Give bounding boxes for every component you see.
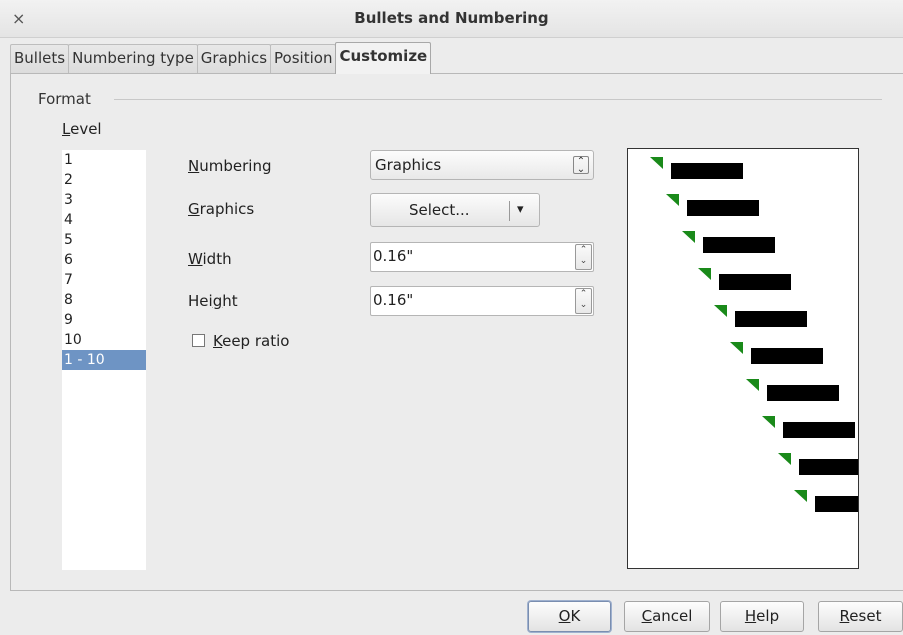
level-item-4[interactable]: 4 [62,210,146,230]
numbering-value: Graphics [375,156,442,174]
tab-position[interactable]: Position [270,44,337,74]
preview-text-bar [751,348,823,364]
preview-text-bar [719,274,791,290]
bullet-graphic-icon [730,342,743,354]
level-item-3[interactable]: 3 [62,190,146,210]
select-button-label: Select... [409,201,470,219]
level-item-9[interactable]: 9 [62,310,146,330]
preview-text-bar [799,459,858,475]
bullet-graphic-icon [666,194,679,206]
preview-text-bar [703,237,775,253]
level-item-2[interactable]: 2 [62,170,146,190]
updown-icon: ⌃ ⌄ [573,156,589,175]
bullet-graphic-icon [698,268,711,280]
level-label: Level [62,120,102,138]
level-item-6[interactable]: 6 [62,250,146,270]
dropdown-arrow-icon[interactable]: ▾ [517,202,524,217]
preview-text-bar [767,385,839,401]
bullet-graphic-icon [714,305,727,317]
reset-button[interactable]: Reset [818,601,903,632]
bullet-graphic-icon [794,490,807,502]
preview-text-bar [815,496,858,512]
help-button[interactable]: Help [720,601,804,632]
level-item-8[interactable]: 8 [62,290,146,310]
keep-ratio-checkbox[interactable]: Keep ratio [192,332,289,350]
preview-text-bar [735,311,807,327]
numbering-select[interactable]: Graphics ⌃ ⌄ [370,150,594,180]
width-spin-buttons[interactable]: ⌃ ⌄ [575,244,592,270]
preview-text-bar [687,200,759,216]
checkbox-box[interactable] [192,334,205,347]
tab-bullets[interactable]: Bullets [10,44,70,74]
width-label: Width [188,250,232,268]
bullet-graphic-icon [746,379,759,391]
format-divider [114,99,882,100]
tab-numbering-type[interactable]: Numbering type [68,44,198,74]
level-list[interactable]: 1 2 3 4 5 6 7 8 9 10 1 - 10 [62,150,146,570]
window-title: Bullets and Numbering [354,9,549,27]
graphics-label: Graphics [188,200,255,218]
button-separator [509,201,510,221]
tab-bar: Bullets Numbering type Graphics Position… [10,42,432,74]
width-value[interactable]: 0.16" [373,247,413,265]
tab-customize[interactable]: Customize [335,42,432,74]
level-item-1[interactable]: 1 [62,150,146,170]
numbering-preview [627,148,859,569]
level-item-7[interactable]: 7 [62,270,146,290]
select-graphic-button[interactable]: Select... ▾ [370,193,540,227]
level-item-5[interactable]: 5 [62,230,146,250]
bullet-graphic-icon [762,416,775,428]
cancel-button[interactable]: Cancel [624,601,710,632]
numbering-label: Numbering [188,157,272,175]
level-item-all[interactable]: 1 - 10 [62,350,146,370]
preview-text-bar [671,163,743,179]
title-bar: × Bullets and Numbering [0,0,903,38]
bullet-graphic-icon [778,453,791,465]
level-item-10[interactable]: 10 [62,330,146,350]
height-spin-buttons[interactable]: ⌃ ⌄ [575,288,592,314]
bullet-graphic-icon [682,231,695,243]
preview-text-bar [783,422,855,438]
width-spinbox[interactable]: 0.16" ⌃ ⌄ [370,242,594,272]
ok-button[interactable]: OK [528,601,611,632]
tab-graphics[interactable]: Graphics [196,44,272,74]
bullet-graphic-icon [650,157,663,169]
height-spinbox[interactable]: 0.16" ⌃ ⌄ [370,286,594,316]
height-value[interactable]: 0.16" [373,291,413,309]
height-label: Height [188,292,238,310]
format-group-label: Format [38,90,95,108]
